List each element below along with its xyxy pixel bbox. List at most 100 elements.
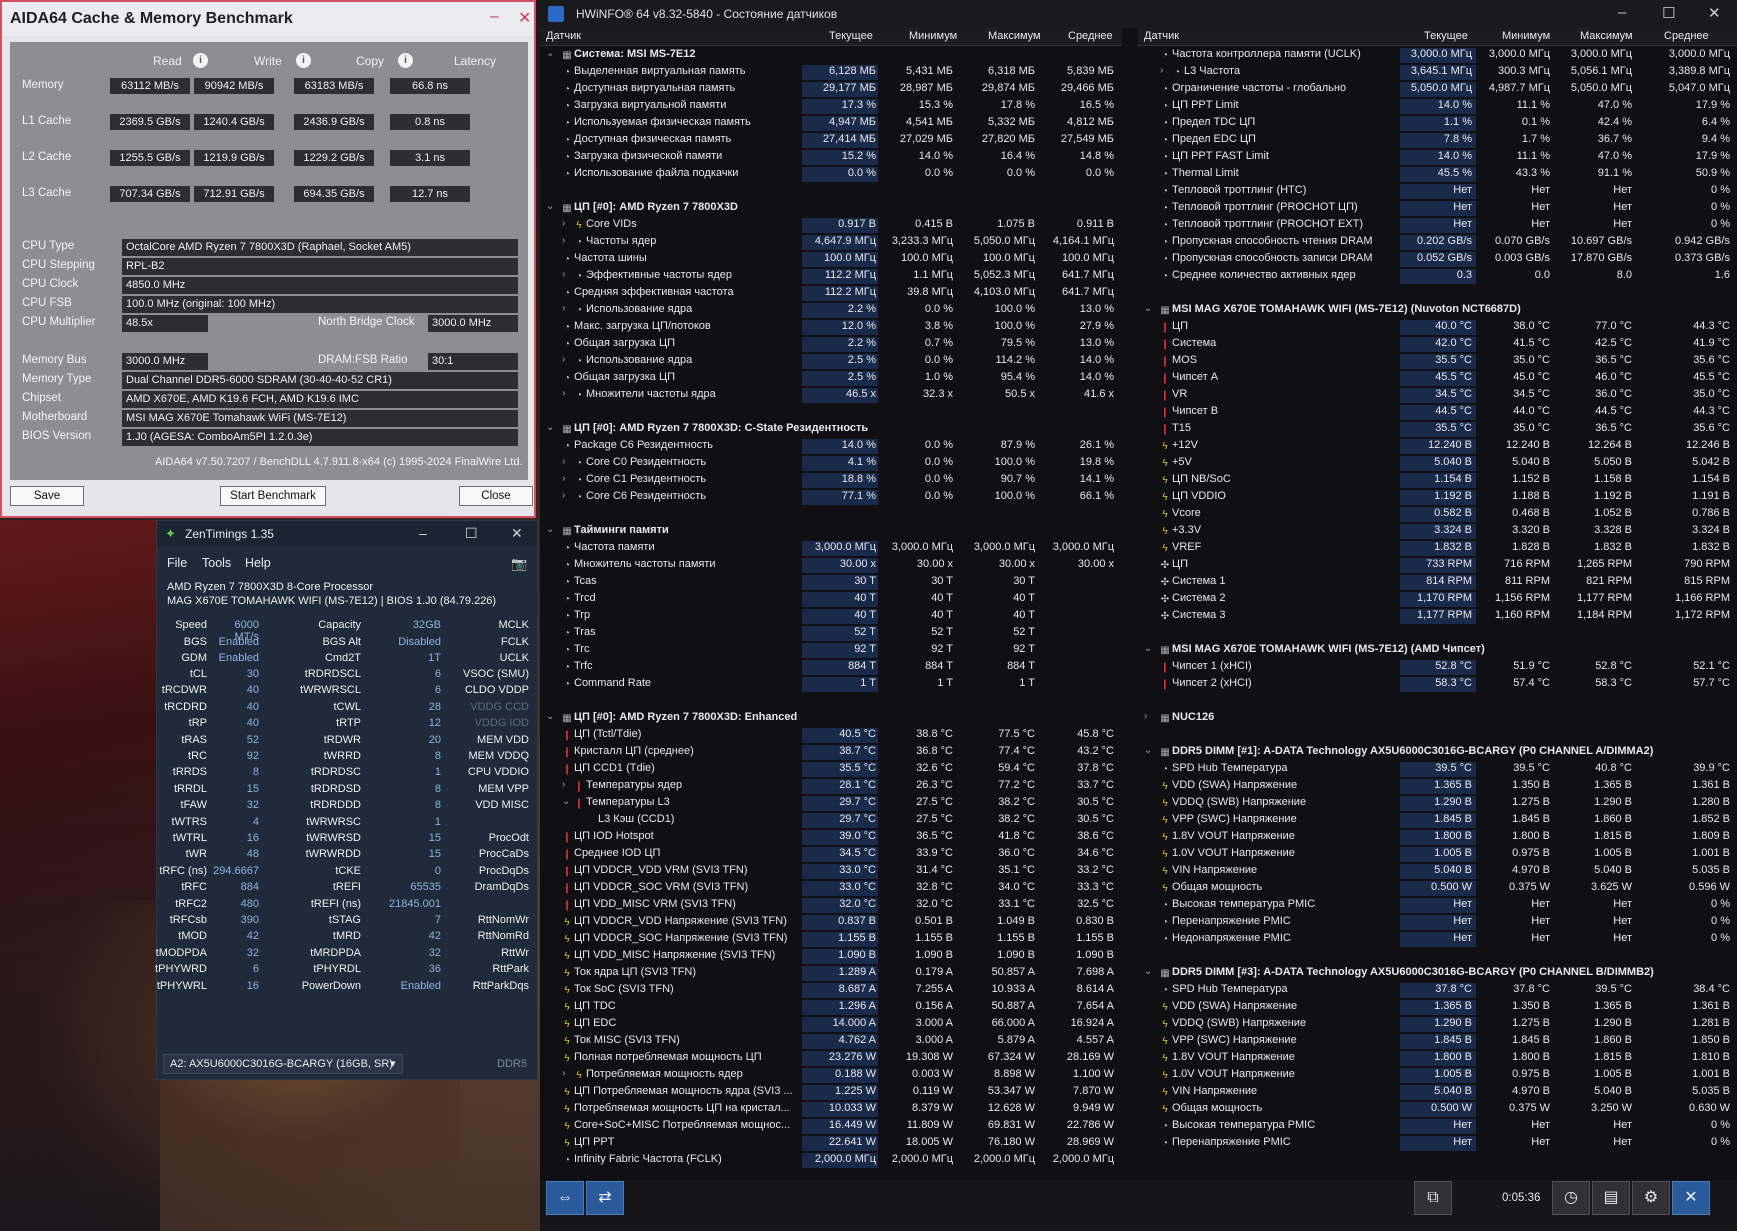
sensor-row[interactable]: ϟ VPP (SWC) Напряжение 1.845 В 1.845 В 1.860…	[1138, 1033, 1737, 1050]
sensor-row[interactable]: ϟ ЦП TDC 1.296 A 0.156 A 50.887 A 7.654 A	[540, 999, 1122, 1016]
sensor-row[interactable]: ❙ Кристалл ЦП (среднее) 38.7 °C 36.8 °C 77.4…	[540, 744, 1122, 761]
sensor-group-row[interactable]: ⌄ ▦ ЦП [#0]: AMD Ryzen 7 7800X3D	[540, 200, 1122, 217]
sensor-row[interactable]: ϟ VPP (SWC) Напряжение 1.845 В 1.845 В 1.860…	[1138, 812, 1737, 829]
sensor-row[interactable]: ◔ Доступная физическая память 27,414 МБ 27,…	[540, 132, 1122, 149]
column-stat[interactable]: Текущее	[1424, 30, 1468, 42]
column-stat[interactable]: Среднее	[1068, 30, 1113, 42]
sensor-row[interactable]: ◔ Trcd 40 T 40 T 40 T	[540, 591, 1122, 608]
sensor-row[interactable]: ◔ Общая загрузка ЦП 2.5 % 1.0 % 95.4 % 14.0 %	[540, 370, 1122, 387]
sensor-row[interactable]: ◔ Tcas 30 T 30 T 30 T	[540, 574, 1122, 591]
column-stat[interactable]: Среднее	[1664, 30, 1709, 42]
column-stat[interactable]: Максимум	[1580, 30, 1633, 42]
sensor-row[interactable]: ϟ VIN Напряжение 5.040 В 4.970 В 5.040 В 5.03…	[1138, 1084, 1737, 1101]
sensor-row[interactable]: ϟ Общая мощность 0.500 W 0.375 W 3.250 W 0.63…	[1138, 1101, 1737, 1118]
menu-help[interactable]: Help	[245, 556, 271, 570]
sensor-row[interactable]: › ◔ Core C0 Резидентность 4.1 % 0.0 % 100.0 %…	[540, 455, 1122, 472]
camera-icon[interactable]: 📷	[511, 556, 527, 572]
sensor-group-row[interactable]: ⌄ ▦ ЦП [#0]: AMD Ryzen 7 7800X3D: Enhanced	[540, 710, 1122, 727]
chevron-down-icon[interactable]: ⌄	[546, 201, 554, 212]
sensor-row[interactable]: ϟ 1.8V VOUT Напряжение 1.800 В 1.800 В 1.815…	[1138, 1050, 1737, 1067]
column-stat[interactable]: Минимум	[909, 30, 957, 42]
sensor-row[interactable]: ❙ T15 35.5 °C 35.0 °C 36.5 °C 35.6 °C	[1138, 421, 1737, 438]
sensor-row[interactable]: ϟ +3.3V 3.324 В 3.320 В 3.328 В 3.324 В	[1138, 523, 1737, 540]
chevron-right-icon[interactable]: ›	[1160, 65, 1163, 76]
sensor-row[interactable]: ◔ Доступная виртуальная память 29,177 МБ 28…	[540, 81, 1122, 98]
sensor-row[interactable]: ✣ Система 1 814 RPM 811 RPM 821 RPM 815 RPM	[1138, 574, 1737, 591]
sensor-row[interactable]: › ϟ Потребляемая мощность ядер 0.188 W 0.003…	[540, 1067, 1122, 1084]
chevron-right-icon[interactable]: ›	[562, 388, 565, 399]
sensor-row[interactable]: ϟ Потребляемая мощность ЦП на кристал... 1…	[540, 1101, 1122, 1118]
sensor-row[interactable]: ◔ Множитель частоты памяти 30.00 x 30.00 x 3…	[540, 557, 1122, 574]
sensor-row[interactable]: › ◔ L3 Частота 3,645.1 МГц 300.3 МГц 5,056.1 …	[1138, 64, 1737, 81]
chevron-down-icon[interactable]: ⌄	[1144, 643, 1152, 654]
sensor-row[interactable]: ◔ Частота шины 100.0 МГц 100.0 МГц 100.0 МГц…	[540, 251, 1122, 268]
sensor-row[interactable]: › ◔ Core C1 Резидентность 18.8 % 0.0 % 90.7 %…	[540, 472, 1122, 489]
sensor-row[interactable]: ϟ Полная потребляемая мощность ЦП 23.276 W…	[540, 1050, 1122, 1067]
sensor-row[interactable]: ϟ Core+SoC+MISC Потребляемая мощнос... 16.…	[540, 1118, 1122, 1135]
sensor-row[interactable]: › ϟ Core VIDs 0.917 В 0.415 В 1.075 В 0.911 В	[540, 217, 1122, 234]
column-header[interactable]: Датчик Текущее Минимум Максимум Среднее	[1138, 28, 1737, 46]
sensor-pane-left[interactable]: Датчик Текущее Минимум Максимум Среднее ⌄ ▦ Сис…	[540, 28, 1122, 1180]
sensor-row[interactable]: ◔ Trp 40 T 40 T 40 T	[540, 608, 1122, 625]
save-button[interactable]: Save	[10, 486, 84, 506]
sensor-row[interactable]: ❙ Чипсет A 45.5 °C 45.0 °C 46.0 °C 45.5 °C	[1138, 370, 1737, 387]
sensor-row[interactable]: ◔ Ограничение частоты - глобально 5,050.0 …	[1138, 81, 1737, 98]
clock-icon[interactable]: ◷	[1552, 1181, 1590, 1215]
sensor-row[interactable]: ◔ Частота памяти 3,000.0 МГц 3,000.0 МГц 3,0…	[540, 540, 1122, 557]
sensor-row[interactable]: ◔ Перенапряжение PMIC Нет Нет Нет 0 %	[1138, 1135, 1737, 1152]
column-header[interactable]: Датчик Текущее Минимум Максимум Среднее	[540, 28, 1122, 46]
sensor-row[interactable]: ◔ Загрузка физической памяти 15.2 % 14.0 % 1…	[540, 149, 1122, 166]
sensor-row[interactable]: ϟ VDDQ (SWB) Напряжение 1.290 В 1.275 В 1.29…	[1138, 795, 1737, 812]
minimize-icon[interactable]: –	[490, 8, 499, 26]
sensor-row[interactable]: › ◔ Частоты ядер 4,647.9 МГц 3,233.3 МГц 5,05…	[540, 234, 1122, 251]
sensor-row[interactable]: ϟ Vcore 0.582 В 0.468 В 1.052 В 0.786 В	[1138, 506, 1737, 523]
sensor-row[interactable]: ◔ Тепловой троттлинг (PROCHOT ЦП) Нет Нет Не…	[1138, 200, 1737, 217]
sensor-row[interactable]: ◔ Пропускная способность чтения DRAM 0.202…	[1138, 234, 1737, 251]
sensor-row[interactable]: ⌄ ❙ Температуры L3 29.7 °C 27.5 °C 38.2 °C 30.…	[540, 795, 1122, 812]
sensor-row[interactable]: ϟ ЦП VDDCR_SOC Напряжение (SVI3 TFN) 1.155…	[540, 931, 1122, 948]
sensor-row[interactable]: ϟ Ток ядра ЦП (SVI3 TFN) 1.289 A 0.179 A 50.…	[540, 965, 1122, 982]
chevron-down-icon[interactable]: ⌄	[1144, 745, 1152, 756]
sensor-row[interactable]: ◔ Тепловой троттлинг (PROCHOT EXT) Нет Нет Н…	[1138, 217, 1737, 234]
sensor-group-row[interactable]: ⌄ ▦ MSI MAG X670E TOMAHAWK WIFI (MS-7E12) …	[1138, 302, 1737, 319]
sensor-row[interactable]: ✣ ЦП 733 RPM 716 RPM 1,265 RPM 790 RPM	[1138, 557, 1737, 574]
chevron-down-icon[interactable]: ⌄	[562, 796, 570, 807]
chevron-right-icon[interactable]: ›	[562, 354, 565, 365]
sensor-row[interactable]: ◔ Используемая физическая память 4,947 МБ 4…	[540, 115, 1122, 132]
close-icon[interactable]: ✕	[511, 525, 523, 542]
sensor-row[interactable]: ❙ Чипсет 1 (xHCI) 52.8 °C 51.9 °C 52.8 °C 52.…	[1138, 659, 1737, 676]
sensor-row[interactable]: ◔ Package C6 Резидентность 14.0 % 0.0 % 87.9…	[540, 438, 1122, 455]
chevron-down-icon[interactable]: ⌄	[546, 524, 554, 535]
sensor-group-row[interactable]: ⌄ ▦ ЦП [#0]: AMD Ryzen 7 7800X3D: C-State …	[540, 421, 1122, 438]
close-icon[interactable]: ✕	[1672, 1181, 1710, 1215]
sensor-row[interactable]: ϟ ЦП PPT 22.641 W 18.005 W 76.180 W 28.969 W	[540, 1135, 1122, 1152]
sensor-row[interactable]: ◔ Тепловой троттлинг (HTC) Нет Нет Нет 0 %	[1138, 183, 1737, 200]
chevron-right-icon[interactable]: ›	[562, 235, 565, 246]
chevron-down-icon[interactable]: ⌄	[546, 711, 554, 722]
column-sensor[interactable]: Датчик	[546, 30, 581, 42]
sensor-row[interactable]: ◔ Command Rate 1 T 1 T 1 T	[540, 676, 1122, 693]
sensor-row[interactable]: ❙ Чипсет B 44.5 °C 44.0 °C 44.5 °C 44.3 °C	[1138, 404, 1737, 421]
column-stat[interactable]: Текущее	[829, 30, 873, 42]
minimize-icon[interactable]: –	[1618, 4, 1626, 21]
sensor-row[interactable]: ◔ Высокая температура PMIC Нет Нет Нет 0 %	[1138, 897, 1737, 914]
close-button[interactable]: Close	[459, 486, 533, 506]
chevron-right-icon[interactable]: ›	[562, 269, 565, 280]
sensor-row[interactable]: ❙ MOS 35.5 °C 35.0 °C 36.5 °C 35.6 °C	[1138, 353, 1737, 370]
sensor-row[interactable]: ◔ Выделенная виртуальная память 6,128 МБ 5,…	[540, 64, 1122, 81]
sensor-row[interactable]: › ◔ Эффективные частоты ядер 112.2 МГц 1.1 М…	[540, 268, 1122, 285]
chevron-right-icon[interactable]: ›	[562, 218, 565, 229]
sensor-row[interactable]: ϟ VDD (SWA) Напряжение 1.365 В 1.350 В 1.365…	[1138, 778, 1737, 795]
sensor-row[interactable]: › ◔ Использование ядра 2.5 % 0.0 % 114.2 % 14.…	[540, 353, 1122, 370]
sensor-row[interactable]: ϟ Ток SoC (SVI3 TFN) 8.687 A 7.255 A 10.933 …	[540, 982, 1122, 999]
sensor-row[interactable]: ◔ Предел EDC ЦП 7.8 % 1.7 % 36.7 % 9.4 %	[1138, 132, 1737, 149]
sensor-row[interactable]: ϟ ЦП EDC 14.000 A 3.000 A 66.000 A 16.924 A	[540, 1016, 1122, 1033]
arrows-collapse-icon[interactable]: ⇄	[586, 1181, 624, 1215]
sensor-row[interactable]: ❙ ЦП CCD1 (Tdie) 35.5 °C 32.6 °C 59.4 °C 37.8…	[540, 761, 1122, 778]
minimize-icon[interactable]: –	[419, 525, 427, 541]
sensor-row[interactable]: ϟ 1.0V VOUT Напряжение 1.005 В 0.975 В 1.005…	[1138, 846, 1737, 863]
arrows-left-right-icon[interactable]: ⇔	[546, 1181, 584, 1215]
sensor-pane-right[interactable]: Датчик Текущее Минимум Максимум Среднее ◔ Част…	[1138, 28, 1737, 1180]
sensor-row[interactable]: ◔ Thermal Limit 45.5 % 43.3 % 91.1 % 50.9 %	[1138, 166, 1737, 183]
chevron-right-icon[interactable]: ›	[562, 473, 565, 484]
